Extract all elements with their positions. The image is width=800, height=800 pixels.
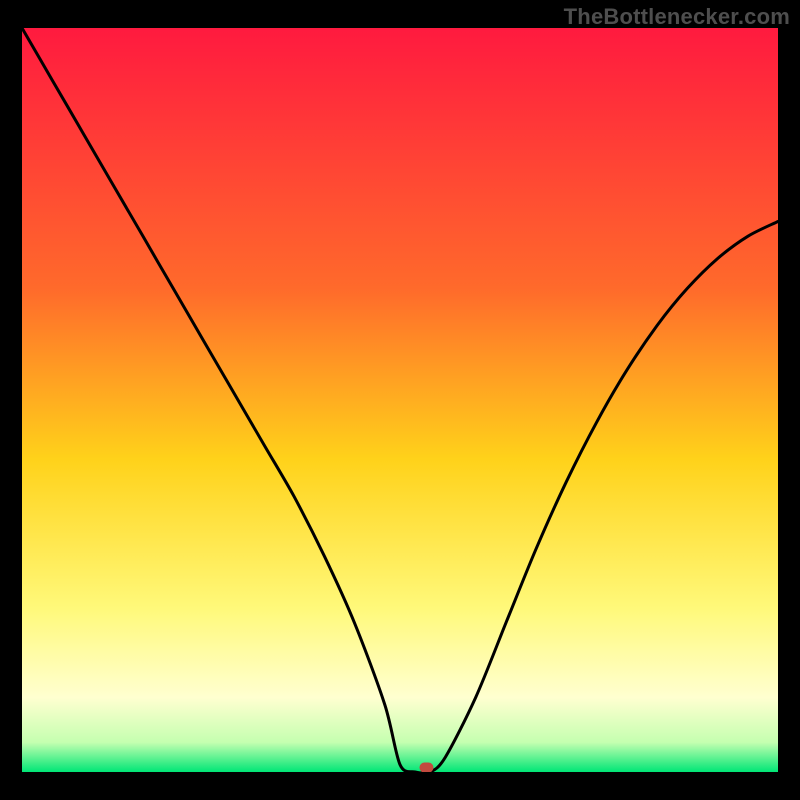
chart-frame: TheBottlenecker.com xyxy=(0,0,800,800)
chart-svg xyxy=(22,28,778,772)
watermark-text: TheBottlenecker.com xyxy=(564,4,790,30)
optimal-marker xyxy=(419,763,433,772)
gradient-background xyxy=(22,28,778,772)
plot-area xyxy=(22,28,778,772)
